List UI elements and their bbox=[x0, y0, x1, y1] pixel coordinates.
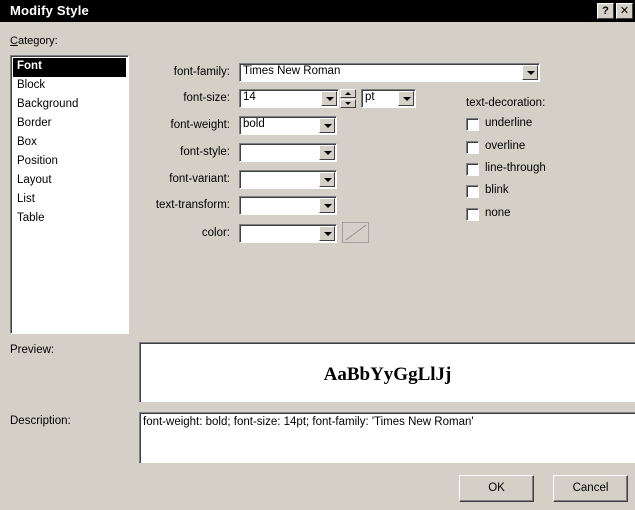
preview-label: Preview: bbox=[10, 344, 55, 356]
font-family-value: Times New Roman bbox=[243, 65, 341, 77]
text-decoration-label: text-decoration: bbox=[466, 97, 546, 109]
blink-label: blink bbox=[485, 184, 509, 196]
color-label: color: bbox=[201, 227, 230, 239]
ok-button[interactable]: OK bbox=[459, 475, 534, 502]
color-picker-button[interactable] bbox=[342, 222, 369, 243]
help-icon[interactable]: ? bbox=[597, 3, 614, 19]
chevron-down-icon[interactable] bbox=[319, 198, 335, 213]
title-bar[interactable]: Modify Style ? ✕ bbox=[0, 0, 635, 22]
font-size-unit-value: pt bbox=[365, 91, 375, 103]
description-panel: font-weight: bold; font-size: 14pt; font… bbox=[139, 412, 635, 463]
font-family-label: font-family: bbox=[173, 66, 230, 78]
overline-checkbox[interactable] bbox=[466, 141, 479, 154]
preview-panel: AaBbYyGgLlJj bbox=[139, 342, 635, 402]
font-size-label: font-size: bbox=[183, 92, 230, 104]
cancel-button[interactable]: Cancel bbox=[553, 475, 628, 502]
overline-label: overline bbox=[485, 140, 526, 152]
font-variant-label: font-variant: bbox=[169, 173, 230, 185]
text-transform-label: text-transform: bbox=[155, 199, 230, 211]
preview-sample: AaBbYyGgLlJj bbox=[323, 364, 452, 385]
spin-up-icon[interactable] bbox=[340, 89, 356, 98]
font-family-select[interactable]: Times New Roman bbox=[239, 63, 540, 82]
description-label: Description: bbox=[10, 415, 71, 427]
chevron-down-icon[interactable] bbox=[319, 118, 335, 133]
chevron-down-icon[interactable] bbox=[321, 91, 337, 106]
font-size-unit-select[interactable]: pt bbox=[361, 89, 416, 108]
category-label: Category: bbox=[10, 35, 58, 47]
category-label-accel: C bbox=[10, 35, 18, 47]
color-select[interactable] bbox=[239, 224, 337, 243]
spin-down-icon[interactable] bbox=[340, 99, 356, 108]
no-color-icon bbox=[345, 224, 367, 241]
line-through-label: line-through bbox=[485, 162, 546, 174]
underline-label: underline bbox=[485, 117, 533, 129]
underline-checkbox[interactable] bbox=[466, 118, 479, 131]
font-weight-label: font-weight: bbox=[170, 119, 230, 131]
text-transform-select[interactable] bbox=[239, 196, 337, 215]
chevron-down-icon[interactable] bbox=[319, 172, 335, 187]
font-size-spinner[interactable] bbox=[340, 89, 356, 108]
font-weight-select[interactable]: bold bbox=[239, 116, 337, 135]
font-style-label: font-style: bbox=[180, 146, 230, 158]
chevron-down-icon[interactable] bbox=[398, 91, 414, 106]
font-weight-value: bold bbox=[243, 118, 265, 130]
none-checkbox[interactable] bbox=[466, 208, 479, 221]
chevron-down-icon[interactable] bbox=[319, 145, 335, 160]
line-through-checkbox[interactable] bbox=[466, 163, 479, 176]
chevron-down-icon[interactable] bbox=[319, 226, 335, 241]
font-size-input[interactable]: 14 bbox=[239, 89, 339, 108]
none-label: none bbox=[485, 207, 511, 219]
category-label-text: ategory: bbox=[17, 35, 58, 47]
blink-checkbox[interactable] bbox=[466, 185, 479, 198]
description-text: font-weight: bold; font-size: 14pt; font… bbox=[143, 416, 474, 428]
font-size-value: 14 bbox=[243, 91, 256, 103]
close-icon[interactable]: ✕ bbox=[616, 3, 633, 19]
font-style-select[interactable] bbox=[239, 143, 337, 162]
chevron-down-icon[interactable] bbox=[522, 65, 538, 80]
window-title: Modify Style bbox=[10, 3, 89, 18]
font-variant-select[interactable] bbox=[239, 170, 337, 189]
